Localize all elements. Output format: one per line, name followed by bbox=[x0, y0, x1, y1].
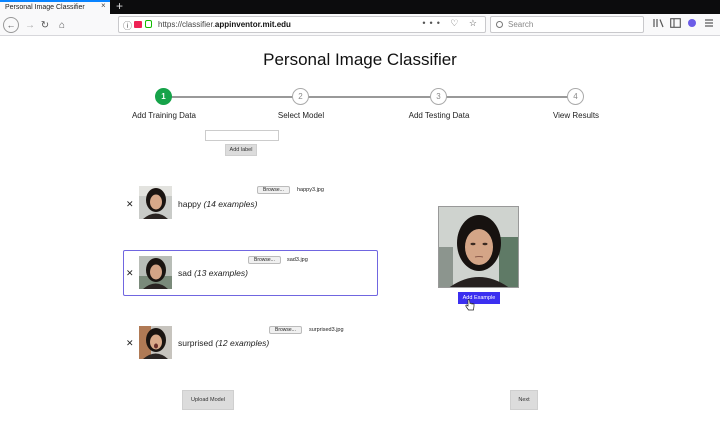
search-icon bbox=[496, 21, 503, 28]
step-2-label: Select Model bbox=[277, 111, 325, 120]
step-3-circle[interactable]: 3 bbox=[430, 88, 447, 105]
surprised-thumbnail bbox=[139, 326, 172, 359]
extension-icon[interactable] bbox=[687, 18, 697, 28]
url-text[interactable]: https://classifier.appinventor.mit.edu bbox=[158, 19, 291, 31]
search-bar[interactable]: Search bbox=[490, 16, 644, 33]
hand-cursor-icon bbox=[465, 299, 475, 311]
lock-icon[interactable] bbox=[145, 20, 152, 28]
happy-file-name: happy3.jpg bbox=[297, 187, 324, 193]
forward-icon[interactable]: → bbox=[22, 17, 38, 33]
step-2-circle[interactable]: 2 bbox=[292, 88, 309, 105]
search-placeholder: Search bbox=[508, 20, 534, 29]
sad-label: sad (13 examples) bbox=[178, 268, 248, 278]
media-blocked-icon[interactable] bbox=[134, 21, 142, 28]
browser-tab[interactable]: Personal Image Classifier bbox=[0, 0, 110, 14]
sidebar-icon[interactable] bbox=[670, 18, 681, 28]
step-4-label: View Results bbox=[552, 111, 600, 120]
remove-surprised-icon[interactable]: ✕ bbox=[126, 339, 134, 348]
upload-model-button[interactable]: Upload Model bbox=[182, 390, 234, 410]
library-icon[interactable] bbox=[653, 18, 664, 28]
page-actions-icons[interactable]: ••• ♡ ☆ bbox=[422, 18, 481, 29]
sad-file-name: sad3.jpg bbox=[287, 257, 308, 263]
surprised-label: surprised (12 examples) bbox=[178, 338, 270, 348]
remove-happy-icon[interactable]: ✕ bbox=[126, 200, 134, 209]
surprised-browse-button[interactable]: Browse... bbox=[269, 326, 302, 334]
new-tab-icon[interactable]: + bbox=[116, 0, 123, 13]
remove-sad-icon[interactable]: ✕ bbox=[126, 269, 134, 278]
navigation-toolbar: ← → ↻ ⌂ ⓘ https://classifier.appinventor… bbox=[0, 14, 720, 36]
sad-thumbnail bbox=[139, 256, 172, 289]
happy-browse-button[interactable]: Browse... bbox=[257, 186, 290, 194]
step-3-label: Add Testing Data bbox=[408, 111, 470, 120]
tab-close-icon[interactable]: × bbox=[101, 0, 106, 12]
step-4-circle[interactable]: 4 bbox=[567, 88, 584, 105]
label-input[interactable] bbox=[205, 130, 279, 141]
step-1-label: Add Training Data bbox=[131, 111, 197, 120]
happy-label: happy (14 examples) bbox=[178, 199, 258, 209]
surprised-file-name: surprised3.jpg bbox=[309, 327, 344, 333]
back-icon[interactable]: ← bbox=[3, 17, 19, 33]
next-button[interactable]: Next bbox=[510, 390, 538, 410]
page-title: Personal Image Classifier bbox=[263, 50, 457, 69]
tab-strip: Personal Image Classifier × + bbox=[0, 0, 720, 14]
url-bar[interactable]: ⓘ https://classifier.appinventor.mit.edu… bbox=[118, 16, 486, 33]
add-label-button[interactable]: Add label bbox=[225, 144, 257, 156]
site-info-icon[interactable]: ⓘ bbox=[123, 19, 132, 32]
tab-title: Personal Image Classifier bbox=[5, 4, 85, 11]
home-icon[interactable]: ⌂ bbox=[54, 17, 70, 33]
happy-thumbnail bbox=[139, 186, 172, 219]
webcam-preview bbox=[438, 206, 519, 288]
stepper-line bbox=[164, 96, 576, 98]
step-1-circle[interactable]: 1 bbox=[155, 88, 172, 105]
menu-icon[interactable] bbox=[704, 18, 714, 28]
sad-browse-button[interactable]: Browse... bbox=[248, 256, 281, 264]
reload-icon[interactable]: ↻ bbox=[37, 17, 53, 33]
